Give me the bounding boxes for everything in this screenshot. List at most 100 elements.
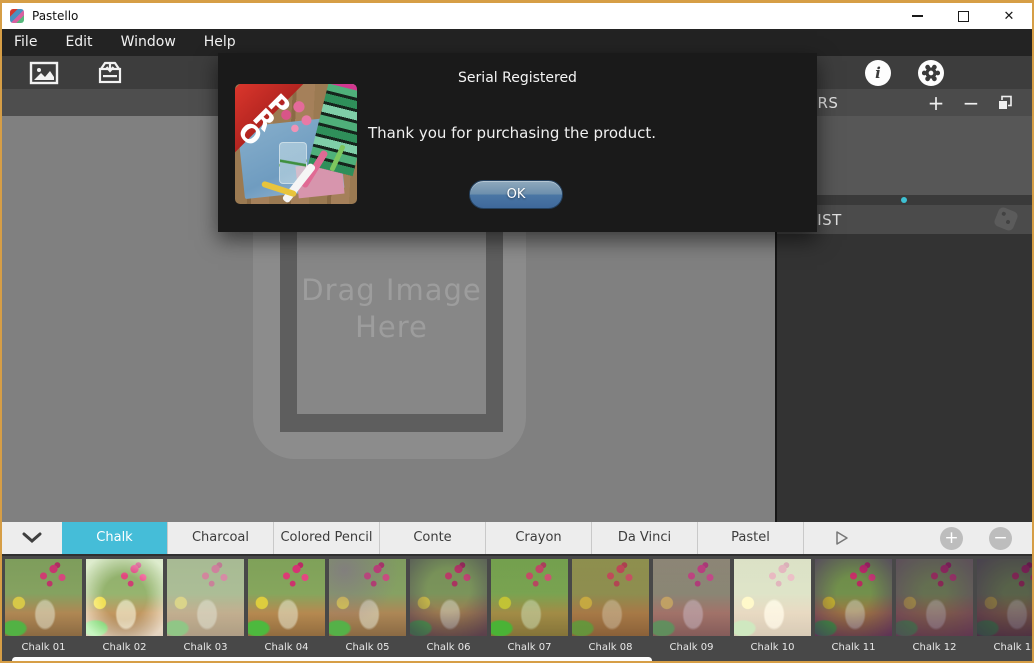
info-button[interactable]: i bbox=[865, 60, 891, 86]
preset-thumbnail[interactable]: Chalk 02 bbox=[86, 559, 163, 653]
preset-thumbnail[interactable]: Chalk 11 bbox=[815, 559, 892, 653]
preset-thumbnail-label: Chalk 12 bbox=[896, 642, 973, 653]
minus-icon: − bbox=[963, 93, 980, 113]
info-icon: i bbox=[875, 66, 881, 81]
play-presets-button[interactable] bbox=[822, 522, 862, 554]
minus-icon: − bbox=[993, 530, 1007, 547]
play-icon bbox=[835, 530, 849, 546]
menu-item-edit[interactable]: Edit bbox=[51, 29, 106, 56]
tab-crayon[interactable]: Crayon bbox=[486, 522, 592, 554]
drop-hint-text: Drag Image Here bbox=[297, 272, 486, 345]
preset-thumbnail[interactable]: Chalk 01 bbox=[5, 559, 82, 653]
preset-thumbnail-strip: Chalk 01 Chalk 02 Chalk 03 Chalk 04 Chalk 05… bbox=[2, 554, 1032, 661]
open-image-button[interactable] bbox=[26, 59, 62, 86]
preset-thumbnails: Chalk 01 Chalk 02 Chalk 03 Chalk 04 Chalk 05… bbox=[5, 559, 1032, 653]
menu-item-file[interactable]: File bbox=[2, 29, 51, 56]
preset-thumbnail-label: Chalk 10 bbox=[734, 642, 811, 653]
plus-icon: + bbox=[944, 530, 958, 547]
close-icon: ✕ bbox=[1004, 10, 1015, 23]
preset-thumbnail[interactable]: Chalk 12 bbox=[896, 559, 973, 653]
import-button[interactable] bbox=[92, 59, 128, 86]
menu-item-window[interactable]: Window bbox=[107, 29, 190, 56]
preset-thumbnail[interactable]: Chalk 04 bbox=[248, 559, 325, 653]
window-controls: ✕ bbox=[894, 3, 1032, 29]
preset-thumbnail-image bbox=[410, 559, 487, 636]
preset-thumbnail-tint bbox=[329, 559, 406, 636]
preset-thumbnail[interactable]: Chalk 03 bbox=[167, 559, 244, 653]
preset-thumbnail[interactable]: Chalk 09 bbox=[653, 559, 730, 653]
preset-thumbnail-label: Chalk 06 bbox=[410, 642, 487, 653]
preset-thumbnail-tint bbox=[572, 559, 649, 636]
import-icon bbox=[96, 61, 124, 85]
preset-thumbnail-image bbox=[491, 559, 568, 636]
preset-thumbnail-label: Chalk 01 bbox=[5, 642, 82, 653]
tab-pastel[interactable]: Pastel bbox=[698, 522, 804, 554]
preset-thumbnail[interactable]: Chalk 05 bbox=[329, 559, 406, 653]
menu-bar: FileEditWindowHelp bbox=[2, 29, 1032, 56]
preset-thumbnail-image bbox=[572, 559, 649, 636]
menu-item-help[interactable]: Help bbox=[190, 29, 250, 56]
preset-thumbnail-tint bbox=[734, 559, 811, 636]
add-layer-button[interactable]: + bbox=[922, 89, 950, 116]
preset-thumbnail-label: Chalk 09 bbox=[653, 642, 730, 653]
close-button[interactable]: ✕ bbox=[986, 3, 1032, 29]
preset-thumbnail[interactable]: Chalk 06 bbox=[410, 559, 487, 653]
ok-button[interactable]: OK bbox=[469, 180, 563, 209]
preset-thumbnail-image bbox=[86, 559, 163, 636]
dialog-message: Thank you for purchasing the product. bbox=[368, 124, 656, 142]
tab-conte[interactable]: Conte bbox=[380, 522, 486, 554]
plus-icon: + bbox=[928, 93, 945, 113]
tab-charcoal[interactable]: Charcoal bbox=[168, 522, 274, 554]
maximize-button[interactable] bbox=[940, 3, 986, 29]
app-window: Pastello ✕ FileEditWindowHelp i bbox=[0, 0, 1034, 663]
preset-thumbnail-label: Chalk 04 bbox=[248, 642, 325, 653]
app-title: Pastello bbox=[32, 9, 78, 23]
preset-thumbnail-tint bbox=[5, 559, 82, 636]
preset-thumbnail-image bbox=[734, 559, 811, 636]
pro-product-image: PRO bbox=[235, 84, 357, 204]
preset-thumbnail-tint bbox=[491, 559, 568, 636]
preset-thumbnail[interactable]: Chalk 07 bbox=[491, 559, 568, 653]
random-preset-dice-icon[interactable] bbox=[993, 206, 1019, 232]
preset-thumbnail-tint bbox=[248, 559, 325, 636]
preset-thumbnail-tint bbox=[410, 559, 487, 636]
ok-button-label: OK bbox=[507, 187, 526, 202]
preset-thumbnail-label: Chalk 11 bbox=[815, 642, 892, 653]
preset-thumbnail-tint bbox=[653, 559, 730, 636]
serial-registered-dialog: Serial Registered PRO Thank you for purc… bbox=[218, 53, 817, 232]
preset-thumbnail-label: Chalk 05 bbox=[329, 642, 406, 653]
zoom-out-presets-button[interactable]: − bbox=[989, 527, 1012, 550]
preset-thumbnail-label: Chalk 02 bbox=[86, 642, 163, 653]
preset-thumbnail[interactable]: Chalk 13 bbox=[977, 559, 1032, 653]
preset-tabs: ChalkCharcoalColored PencilConteCrayonDa… bbox=[62, 522, 804, 554]
gear-icon bbox=[922, 64, 940, 82]
preset-thumbnail-image bbox=[977, 559, 1032, 636]
preset-thumbnail[interactable]: Chalk 10 bbox=[734, 559, 811, 653]
chevron-down-icon bbox=[21, 532, 43, 544]
preset-tabbar: ChalkCharcoalColored PencilConteCrayonDa… bbox=[2, 522, 1032, 554]
remove-layer-button[interactable]: − bbox=[957, 89, 985, 116]
horizontal-scrollbar[interactable] bbox=[12, 657, 652, 661]
minimize-button[interactable] bbox=[894, 3, 940, 29]
maximize-icon bbox=[958, 11, 969, 22]
preset-thumbnail-image bbox=[329, 559, 406, 636]
tab-da-vinci[interactable]: Da Vinci bbox=[592, 522, 698, 554]
duplicate-layer-button[interactable] bbox=[991, 89, 1019, 116]
zoom-in-presets-button[interactable]: + bbox=[940, 527, 963, 550]
tab-chalk[interactable]: Chalk bbox=[62, 522, 168, 554]
preset-thumbnail-image bbox=[167, 559, 244, 636]
open-image-icon bbox=[29, 61, 59, 85]
preset-thumbnail[interactable]: Chalk 08 bbox=[572, 559, 649, 653]
duplicate-icon bbox=[997, 95, 1013, 111]
preset-thumbnail-image bbox=[248, 559, 325, 636]
preset-thumbnail-label: Chalk 03 bbox=[167, 642, 244, 653]
preset-list-content[interactable] bbox=[777, 234, 1032, 522]
collapse-presets-button[interactable] bbox=[2, 522, 63, 554]
tab-colored-pencil[interactable]: Colored Pencil bbox=[274, 522, 380, 554]
splitter-handle-dot bbox=[901, 197, 907, 203]
settings-button[interactable] bbox=[918, 60, 944, 86]
preset-thumbnail-label: Chalk 13 bbox=[977, 642, 1032, 653]
preset-thumbnail-image bbox=[653, 559, 730, 636]
drop-zone-inner: Drag Image Here bbox=[297, 203, 486, 414]
minimize-icon bbox=[912, 15, 923, 17]
